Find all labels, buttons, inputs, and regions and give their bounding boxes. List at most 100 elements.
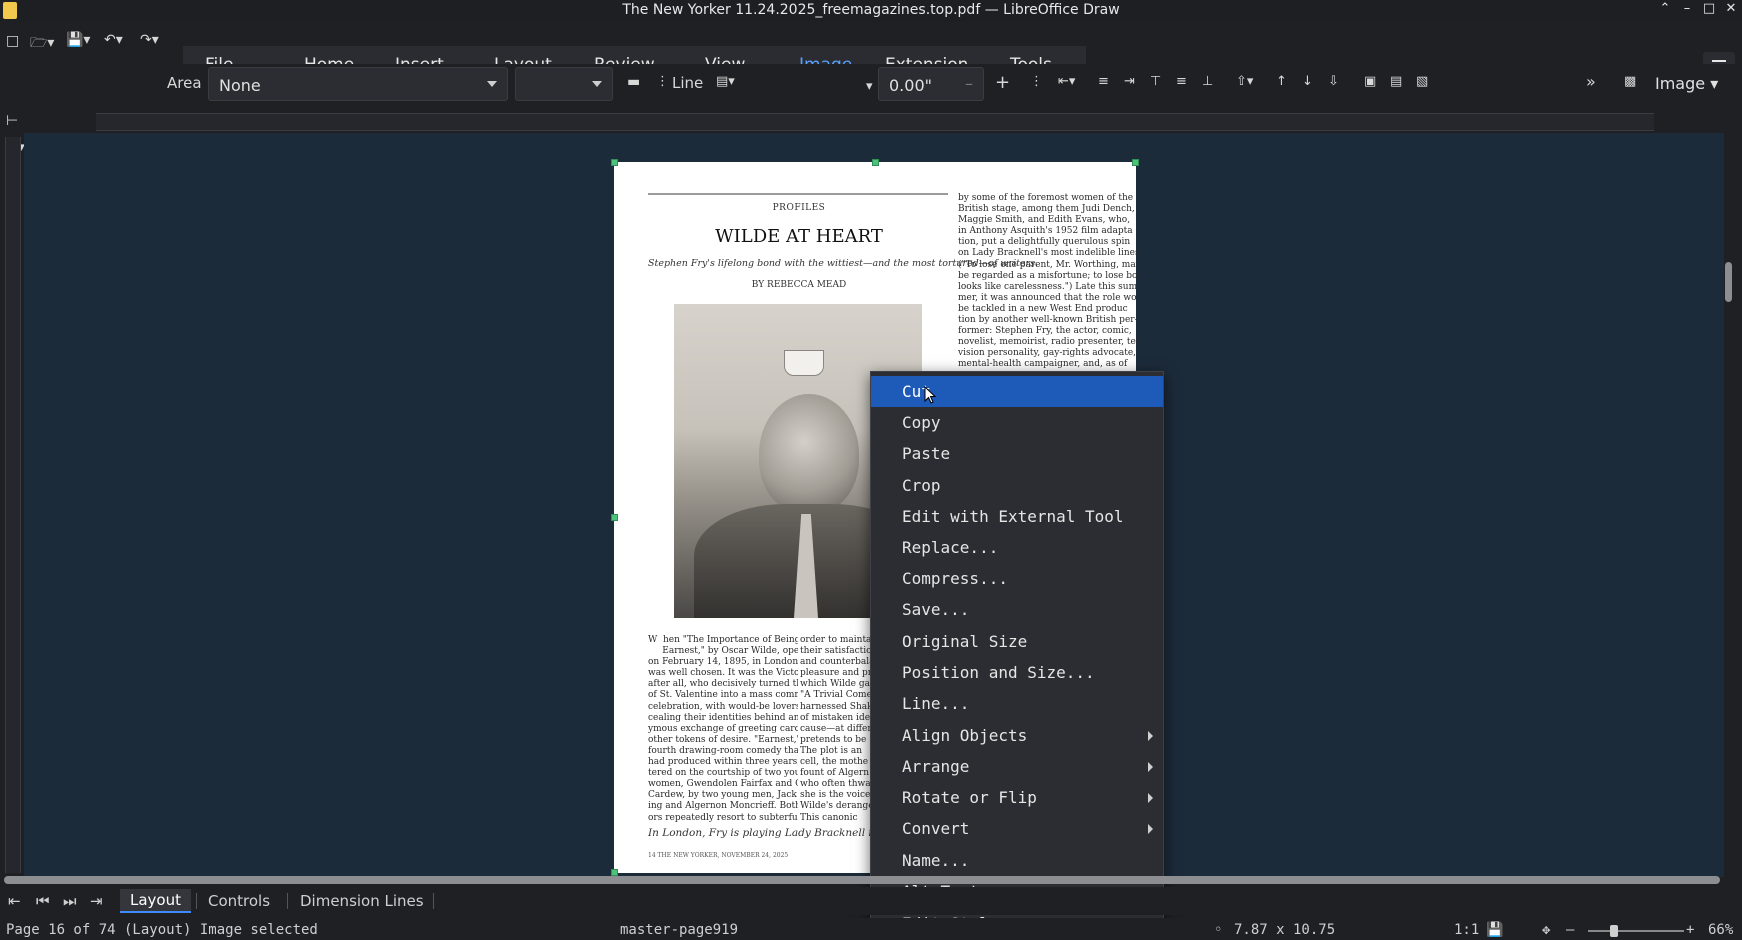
mouse-pointer-icon — [924, 386, 936, 404]
bring-forward-icon[interactable]: ↑ — [1276, 74, 1287, 89]
menu-item-label: Replace... — [902, 538, 999, 557]
tab-separator — [433, 893, 434, 909]
minus-icon[interactable]: – — [965, 74, 973, 93]
menu-item-convert[interactable]: Convert — [871, 813, 1163, 844]
vertical-ruler[interactable] — [5, 137, 21, 873]
more-options-icon[interactable]: ⋮ — [656, 74, 669, 89]
zoom-slider[interactable] — [1588, 930, 1684, 932]
selection-handle[interactable] — [872, 159, 879, 166]
align-right-icon[interactable]: ⇥ — [1124, 74, 1135, 89]
open-folder-icon[interactable]: 🗁▾ — [30, 32, 54, 56]
ungroup-icon[interactable]: ▧ — [1416, 74, 1428, 89]
horizontal-scrollbar-thumb[interactable] — [4, 876, 1720, 884]
align-center-icon[interactable]: ≡ — [1098, 74, 1109, 89]
save-icon[interactable]: 💾▾ — [66, 32, 90, 48]
plus-icon[interactable]: + — [995, 72, 1010, 93]
selection-handle[interactable] — [611, 159, 618, 166]
head-shape — [759, 394, 859, 514]
context-toolbar-dropdown[interactable]: Image ▾ — [1655, 74, 1718, 93]
first-tab-icon[interactable]: ⇤ — [8, 892, 21, 910]
enter-group-icon[interactable]: ▤ — [1390, 74, 1402, 89]
redo-icon[interactable]: ↷▾ — [140, 32, 159, 48]
menu-item-name[interactable]: Name... — [871, 845, 1163, 876]
align-top-icon[interactable]: ⊤ — [1150, 74, 1161, 89]
minimize-button[interactable]: – — [1678, 1, 1696, 16]
align-bottom-icon[interactable]: ⊥ — [1202, 74, 1213, 89]
close-button[interactable]: ✕ — [1722, 1, 1740, 16]
scale-factor: 1:1 — [1454, 922, 1480, 938]
zoom-slider-knob[interactable] — [1610, 925, 1618, 937]
folio: 14 THE NEW YORKER, NOVEMBER 24, 2025 — [648, 852, 789, 859]
middle-column-text: order to mainta their satisfaction and c… — [800, 635, 872, 823]
horizontal-scrollbar[interactable] — [4, 876, 1720, 884]
line-width-field[interactable]: 0.00" – — [878, 67, 984, 101]
menu-item-label: Convert — [902, 819, 970, 838]
new-document-icon[interactable]: □ — [6, 33, 19, 49]
menu-item-copy[interactable]: Copy — [871, 407, 1163, 438]
collapse-icon[interactable]: ⌃ — [1656, 1, 1674, 16]
next-tab-icon[interactable]: ⏭ — [63, 892, 77, 910]
maximize-button[interactable]: □ — [1700, 1, 1718, 16]
tab-separator — [287, 893, 288, 909]
toolbar-overflow-icon[interactable]: » — [1586, 72, 1596, 91]
menu-item-label: Edit with External Tool — [902, 507, 1124, 526]
menu-item-label: Copy — [902, 413, 941, 432]
menu-item-label: Name... — [902, 851, 970, 870]
master-page-name: master-page919 — [620, 922, 739, 938]
more-options-icon-2[interactable]: ⋮ — [1030, 74, 1043, 89]
menu-item-align-objects[interactable]: Align Objects — [871, 720, 1163, 751]
selection-handle[interactable] — [611, 514, 618, 521]
tab-dimension-lines[interactable]: Dimension Lines — [300, 892, 424, 910]
context-menu: Cut Copy Paste Crop Edit with External T… — [870, 371, 1164, 940]
menu-item-cut[interactable]: Cut — [871, 376, 1163, 407]
ruler-origin-icon[interactable]: ⊢ — [6, 113, 18, 129]
send-to-back-icon[interactable]: ⇩ — [1328, 74, 1339, 89]
zoom-out-icon[interactable]: – — [1566, 922, 1574, 938]
menu-item-label: Align Objects — [902, 726, 1028, 745]
zoom-in-icon[interactable]: + — [1686, 922, 1694, 938]
menu-item-rotate-flip[interactable]: Rotate or Flip — [871, 782, 1163, 813]
undo-icon[interactable]: ↶▾ — [104, 32, 123, 48]
menu-item-arrange[interactable]: Arrange — [871, 751, 1163, 782]
group-icon[interactable]: ▣ — [1364, 74, 1376, 89]
menu-item-compress[interactable]: Compress... — [871, 563, 1163, 594]
menu-item-crop[interactable]: Crop — [871, 470, 1163, 501]
prev-tab-icon[interactable]: ⏮ — [36, 892, 50, 910]
submenu-arrow-icon — [1148, 824, 1153, 834]
menu-item-replace[interactable]: Replace... — [871, 532, 1163, 563]
line-width-value: 0.00" — [889, 76, 932, 95]
tab-controls[interactable]: Controls — [208, 892, 270, 910]
zoom-percentage[interactable]: 66% — [1708, 922, 1733, 938]
menubar: □ 🗁▾ 💾▾ ↶▾ ↷▾ File Home Insert Layout Re… — [0, 22, 1742, 83]
menu-item-save[interactable]: Save... — [871, 594, 1163, 625]
bring-to-front-icon[interactable]: ⇧▾ — [1236, 74, 1253, 89]
menu-item-label: Save... — [902, 600, 970, 619]
area-color-dropdown[interactable] — [515, 67, 613, 101]
tab-layout[interactable]: Layout — [120, 889, 191, 913]
menu-item-position-size[interactable]: Position and Size... — [871, 657, 1163, 688]
selection-handle[interactable] — [611, 869, 618, 876]
last-tab-icon[interactable]: ⇥ — [90, 892, 103, 910]
shadow-icon[interactable]: ▬ — [627, 74, 640, 90]
align-left-icon[interactable]: ⇤▾ — [1058, 74, 1075, 89]
area-style-dropdown[interactable]: None — [208, 67, 508, 101]
send-backward-icon[interactable]: ↓ — [1302, 74, 1313, 89]
menu-item-original-size[interactable]: Original Size — [871, 626, 1163, 657]
vertical-scrollbar[interactable] — [1725, 262, 1732, 302]
align-middle-icon[interactable]: ≡ — [1176, 74, 1187, 89]
menu-item-line[interactable]: Line... — [871, 688, 1163, 719]
title-bar: The New Yorker 11.24.2025_freemagazines.… — [0, 0, 1742, 22]
menu-item-edit-external[interactable]: Edit with External Tool — [871, 501, 1163, 532]
sidebar-toggle-icon[interactable]: ▩ — [1624, 74, 1636, 89]
horizontal-ruler[interactable] — [96, 113, 1654, 131]
area-style-value: None — [219, 76, 261, 95]
menu-item-paste[interactable]: Paste — [871, 438, 1163, 469]
menu-item-label: Compress... — [902, 569, 1008, 588]
menu-item-label: Rotate or Flip — [902, 788, 1037, 807]
submenu-arrow-icon — [1148, 793, 1153, 803]
line-style-icon[interactable]: ▤▾ — [716, 74, 735, 89]
line-style-dropdown-arrow-icon[interactable]: ▾ — [866, 79, 873, 94]
fit-page-icon[interactable]: ✥ — [1542, 922, 1550, 938]
document-modified-icon[interactable]: 💾 — [1486, 922, 1503, 938]
selection-handle[interactable] — [1132, 159, 1139, 166]
